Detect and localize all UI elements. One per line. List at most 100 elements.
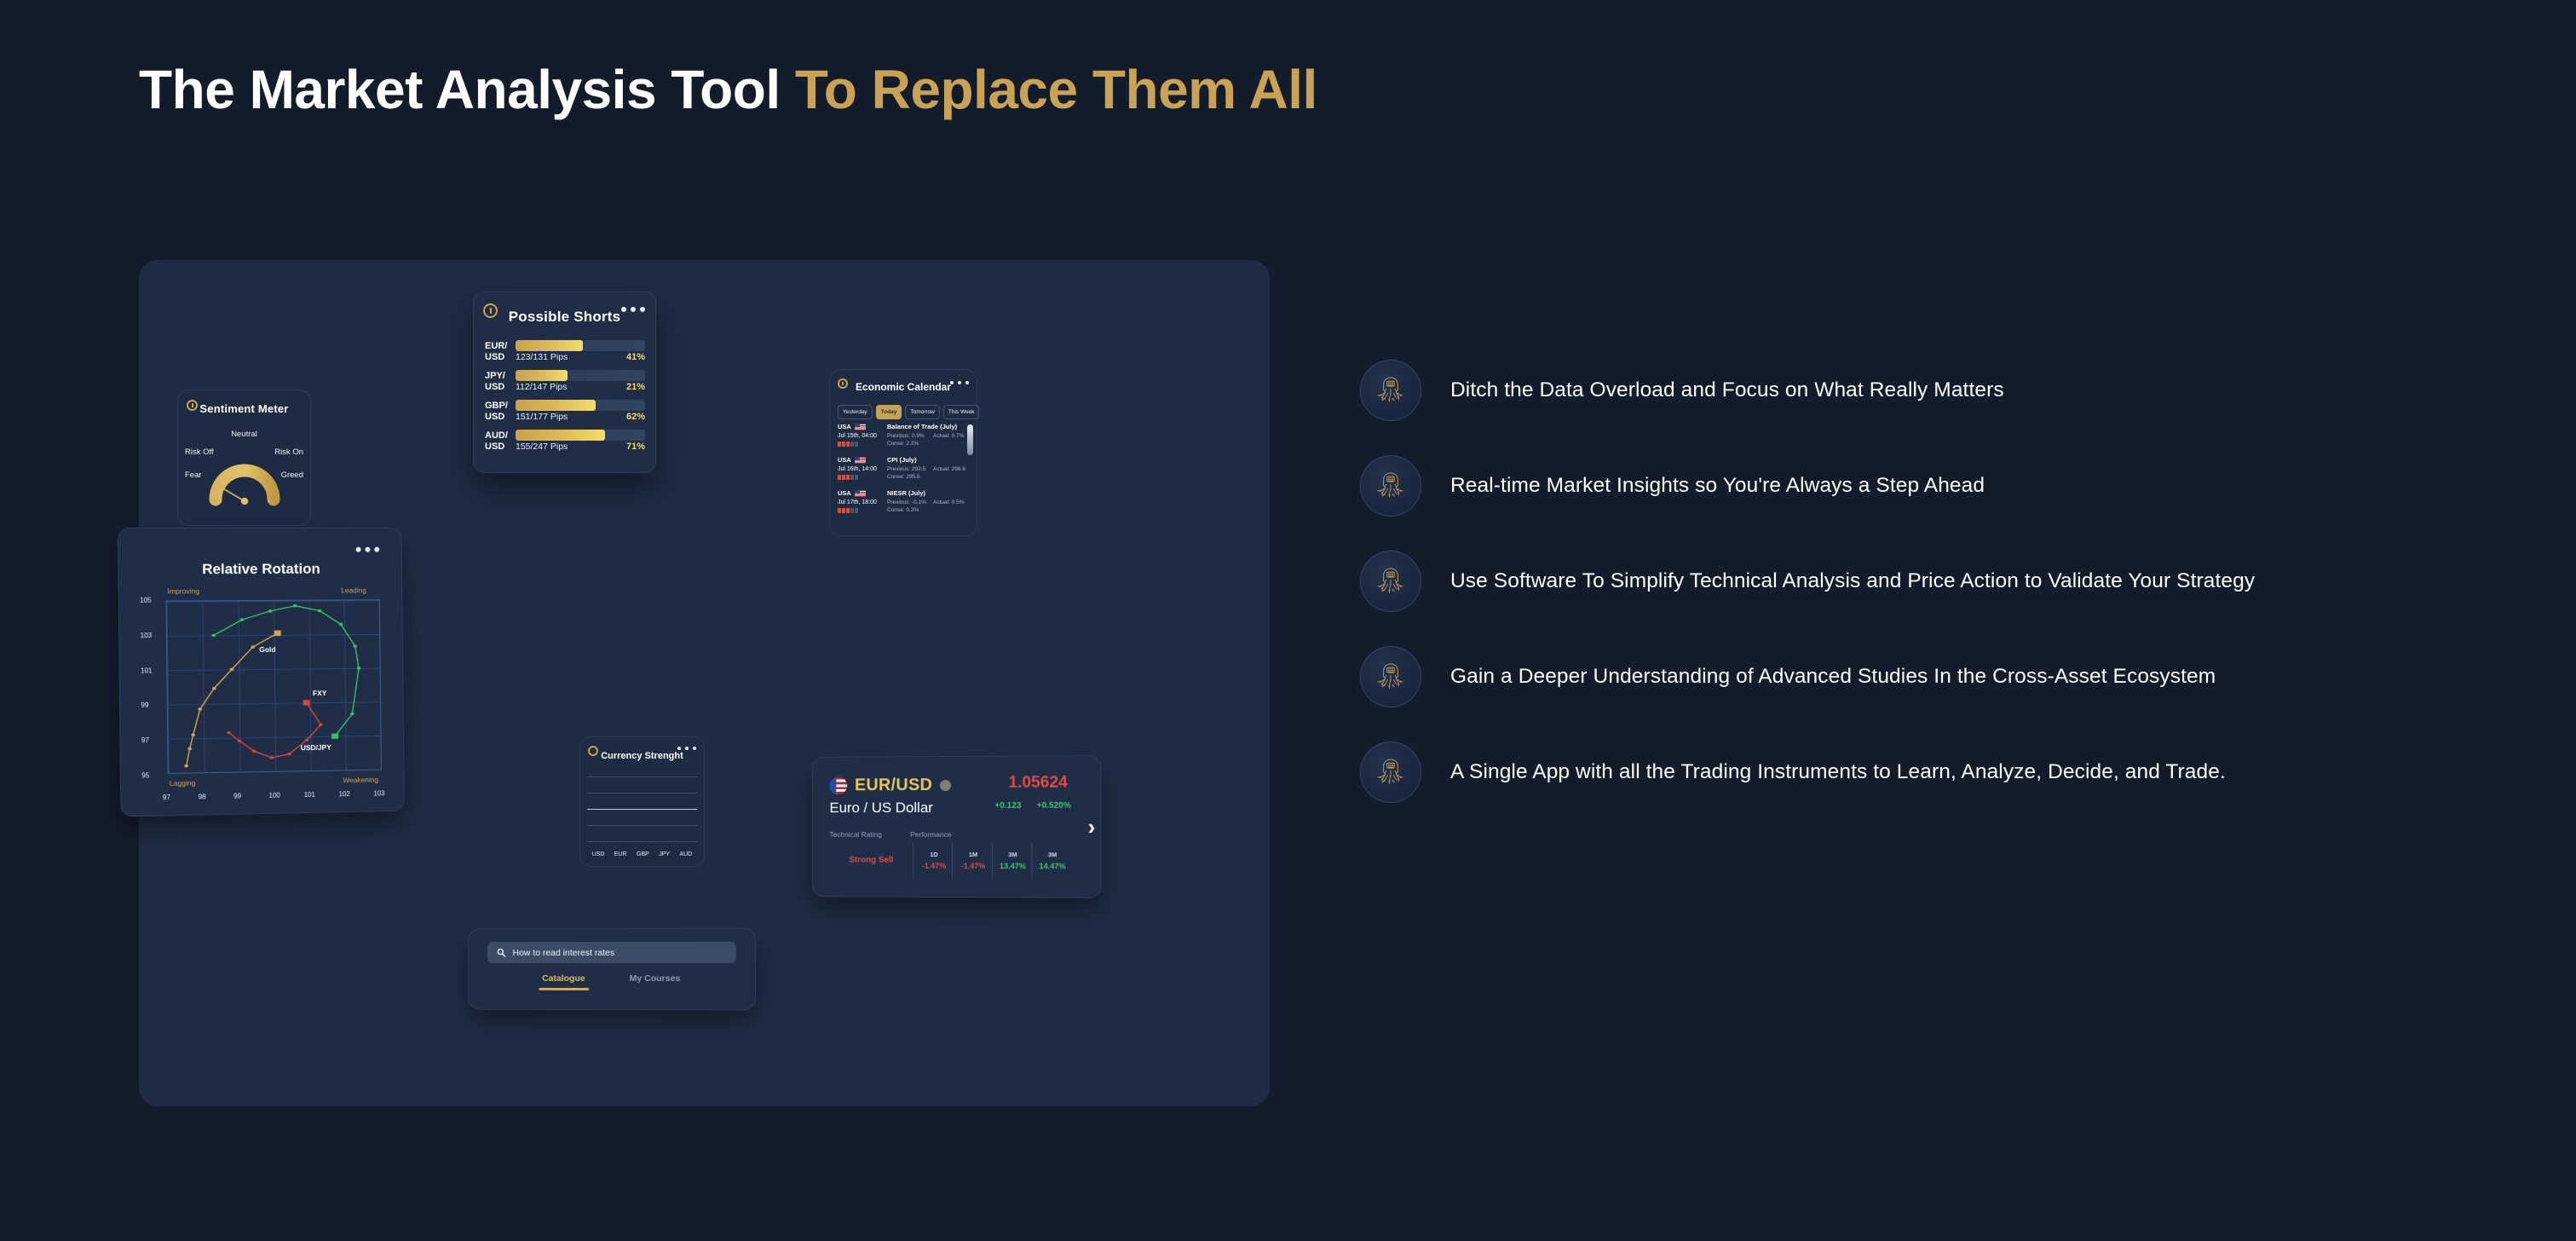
event-consensus: Conse: 2.1% [887, 441, 919, 447]
event-impact-meter [838, 508, 885, 513]
relative-rotation-card[interactable]: Relative Rotation Improving Leading Lagg… [117, 527, 405, 817]
short-progress-fill [516, 340, 584, 351]
short-pips: 151/177 Pips [516, 412, 568, 422]
feature-icon-wrapper [1360, 646, 1421, 707]
calendar-tab-tomorrow[interactable]: Tomorrow [905, 405, 940, 419]
feature-item-4[interactable]: Gain a Deeper Understanding of Advanced … [1360, 643, 2468, 711]
short-pips: 112/147 Pips [516, 382, 568, 392]
feature-item-5[interactable]: A Single App with all the Trading Instru… [1360, 738, 2468, 806]
product-showcase-panel: Sentiment Meter Neutral Risk Off Risk On… [117, 260, 1270, 1106]
rrg-x-tick: 101 [303, 790, 315, 799]
feature-icon-wrapper [1360, 742, 1421, 803]
country-code: USA [838, 489, 851, 497]
us-flag-icon [854, 423, 866, 430]
card-menu-button[interactable] [621, 307, 645, 312]
technical-rating-label: Technical Rating [829, 829, 882, 839]
quote-metrics: Strong Sell 1D -1.47% 1M -1.47% 3M 13.47… [829, 841, 1070, 880]
quote-change-pct: +0.520% [1036, 800, 1071, 811]
currency-strength-card[interactable]: Currency Strenght USD EUR GBP JPY AUD [579, 736, 705, 867]
currency-strength-axis: USD EUR GBP JPY AUD [587, 851, 697, 857]
feature-text: Gain a Deeper Understanding of Advanced … [1450, 664, 2216, 688]
courses-tab-my-courses[interactable]: My Courses [630, 973, 681, 990]
short-percent: 41% [625, 352, 645, 362]
alert-circle-icon [483, 303, 498, 318]
feature-item-2[interactable]: Real-time Market Insights so You're Alwa… [1360, 452, 2468, 520]
calendar-event-row[interactable]: USA Jul 17th, 18:00 NIESR (July) Previou… [838, 489, 969, 513]
courses-tabs[interactable]: Catalogue My Courses [469, 973, 755, 990]
quote-change-abs: +0.123 [994, 800, 1022, 811]
feature-item-1[interactable]: Ditch the Data Overload and Focus on Wha… [1360, 356, 2468, 424]
card-menu-button[interactable] [677, 747, 696, 750]
short-progress-fill [516, 400, 596, 411]
short-row[interactable]: EUR/USD 123/131 Pips 41% [485, 340, 645, 363]
rrg-x-tick: 102 [338, 790, 350, 799]
performance-value: -1.47% [921, 861, 947, 870]
rrg-series-paths [167, 600, 381, 773]
currency-axis-label: GBP [637, 851, 649, 857]
quote-card-eurusd[interactable]: EUR/USD Euro / US Dollar 1.05624 +0.123 … [811, 755, 1102, 898]
performance-box: 3M 13.47% [994, 842, 1033, 880]
performance-label: Performance [910, 829, 952, 839]
short-row[interactable]: JPY/USD 112/147 Pips 21% [485, 370, 645, 393]
calendar-event-row[interactable]: USA Jul 16th, 14:00 CPI (July) Previous:… [838, 456, 969, 480]
feature-icon-wrapper [1360, 551, 1421, 612]
event-consensus: Conse: 295.6 [887, 474, 920, 480]
event-time: Jul 17th, 18:00 [838, 499, 877, 505]
info-circle-icon [187, 400, 198, 411]
eu-us-flag-icon [829, 776, 848, 795]
rrg-x-tick: 103 [373, 789, 385, 798]
short-percent: 62% [625, 412, 645, 422]
event-impact-meter [838, 442, 885, 447]
calendar-tabs[interactable]: Yesterday Today Tomorrow This Week [838, 405, 980, 419]
course-search-value: How to read interest rates [512, 947, 615, 958]
courses-card[interactable]: How to read interest rates Catalogue My … [468, 927, 757, 1011]
performance-period: 3M [1047, 851, 1057, 859]
technical-rating-box: Strong Sell [829, 841, 914, 879]
economic-calendar-card[interactable]: Economic Calendar Yesterday Today Tomorr… [829, 369, 980, 536]
search-icon [497, 948, 506, 957]
octopus-circuit-icon [1377, 377, 1403, 402]
short-pair: JPY/USD [485, 371, 505, 392]
short-percent: 71% [625, 442, 645, 452]
short-row[interactable]: AUD/USD 155/247 Pips 71% [485, 430, 645, 453]
event-impact-meter [838, 475, 885, 480]
quote-symbol: EUR/USD [854, 776, 933, 795]
quadrant-label-improving: Improving [167, 586, 200, 596]
courses-tab-catalogue[interactable]: Catalogue [542, 973, 585, 990]
performance-value: 13.47% [1000, 862, 1026, 871]
calendar-tab-yesterday[interactable]: Yesterday [838, 405, 873, 419]
calendar-scrollbar[interactable] [967, 424, 973, 455]
rrg-y-tick: 103 [140, 631, 153, 639]
sentiment-meter-card[interactable]: Sentiment Meter Neutral Risk Off Risk On… [177, 390, 311, 526]
short-pair: AUD/USD [485, 430, 508, 452]
chevron-right-icon[interactable]: › [1088, 814, 1096, 840]
event-actual: Actual: 0.5% [933, 499, 965, 505]
card-menu-button[interactable] [355, 546, 380, 552]
feature-text: A Single App with all the Trading Instru… [1450, 759, 2226, 783]
short-row[interactable]: GBP/USD 151/177 Pips 62% [485, 400, 645, 423]
course-search-input[interactable]: How to read interest rates [487, 941, 736, 964]
feature-list: Ditch the Data Overload and Focus on Wha… [1360, 356, 2468, 834]
feature-text: Use Software To Simplify Technical Analy… [1450, 569, 2256, 592]
quote-full-name: Euro / US Dollar [829, 799, 933, 817]
octopus-circuit-icon [1377, 472, 1403, 498]
calendar-tab-this-week[interactable]: This Week [942, 405, 980, 419]
quadrant-label-weakening: Weakening [343, 775, 379, 785]
sentiment-meter-title: Sentiment Meter [199, 402, 289, 415]
short-pair: EUR/USD [485, 341, 508, 362]
rrg-point-label-gold: Gold [259, 644, 276, 655]
rrg-y-tick: 105 [140, 596, 152, 604]
feature-item-3[interactable]: Use Software To Simplify Technical Analy… [1360, 547, 2468, 615]
quadrant-label-lagging: Lagging [169, 778, 196, 788]
short-progress-track [516, 340, 645, 351]
country-code: USA [838, 423, 851, 430]
possible-shorts-card[interactable]: Possible Shorts EUR/USD 123/131 Pips 41%… [473, 291, 656, 473]
event-country: USA [838, 423, 885, 430]
card-menu-button[interactable] [950, 381, 969, 384]
quote-status-dot-icon [940, 780, 952, 792]
calendar-tab-today[interactable]: Today [875, 405, 902, 419]
calendar-event-row[interactable]: USA Jul 15th, 04:00 Balance of Trade (Ju… [838, 423, 969, 447]
relative-rotation-title: Relative Rotation [202, 560, 320, 578]
page-title: The Market Analysis Tool To Replace Them… [139, 58, 1317, 121]
performance-period: 3M [1008, 851, 1017, 859]
